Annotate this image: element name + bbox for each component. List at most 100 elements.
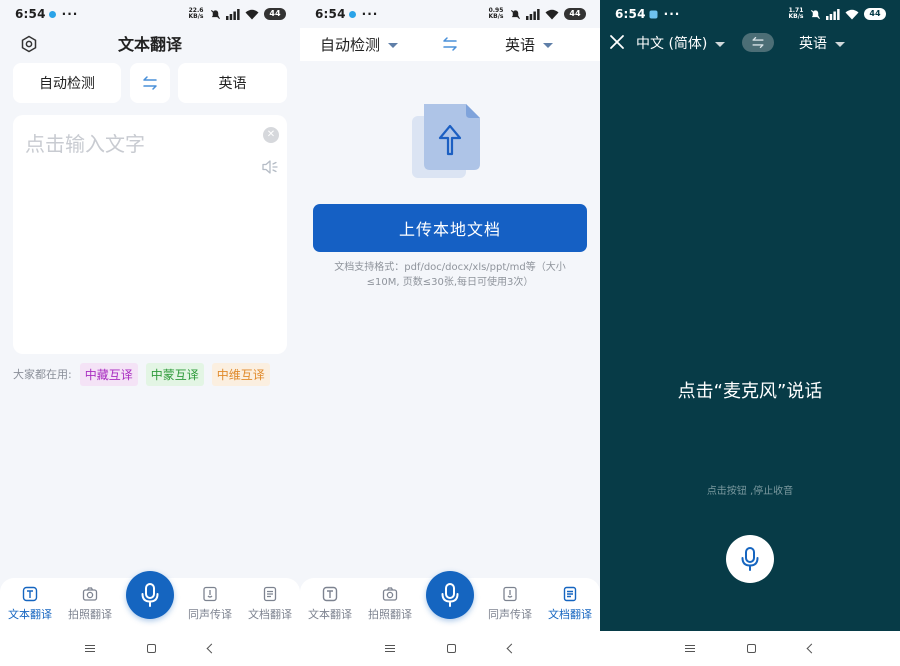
target-language-label: 英语 (799, 36, 827, 52)
popular-translations: 大家都在用: 中藏互译 中蒙互译 中维互译 (13, 362, 270, 386)
swap-languages-button[interactable] (742, 33, 774, 52)
target-language-dropdown[interactable]: 英语 (799, 33, 845, 53)
mute-bell-icon (810, 9, 821, 19)
voice-input-button[interactable] (426, 571, 474, 619)
recents-icon[interactable] (85, 645, 95, 652)
source-language-dropdown[interactable]: 中文 (简体) (636, 33, 726, 53)
chip-uyghur[interactable]: 中维互译 (211, 362, 270, 386)
nav-text-translate[interactable]: 文本翻译 (0, 586, 60, 622)
wifi-icon (845, 9, 859, 19)
upload-document-button[interactable]: 上传本地文档 (313, 204, 587, 252)
battery-icon: 44 (864, 8, 886, 20)
language-selector: 自动检测 英语 (300, 28, 600, 61)
nav-photo-translate[interactable]: 拍照翻译 (360, 586, 420, 622)
signal-icon (226, 8, 240, 20)
chevron-down-icon (388, 43, 399, 48)
wifi-icon (545, 9, 559, 19)
swap-icon[interactable] (441, 36, 459, 52)
system-nav-bar (300, 631, 600, 666)
popular-label: 大家都在用: (13, 368, 72, 381)
nav-photo-translate[interactable]: 拍照翻译 (60, 586, 120, 622)
source-language-dropdown[interactable]: 自动检测 (320, 34, 399, 55)
nav-label: 拍照翻译 (368, 608, 412, 621)
more-notifications: ··· (61, 7, 79, 21)
microphone-icon (741, 547, 759, 571)
document-upload-icon (412, 104, 480, 178)
interpretation-icon (503, 586, 517, 602)
more-notifications: ··· (361, 7, 379, 21)
voice-input-button[interactable] (126, 571, 174, 619)
microphone-icon (141, 583, 159, 607)
nav-label: 文本翻译 (308, 608, 352, 621)
voice-prompt: 点击“麦克风”说话 (677, 381, 823, 402)
mute-bell-icon (210, 9, 221, 19)
more-notifications: ··· (663, 7, 681, 21)
source-language-button[interactable]: 自动检测 (13, 63, 121, 103)
chip-tibetan[interactable]: 中藏互译 (79, 362, 138, 386)
home-icon[interactable] (747, 644, 756, 653)
signal-icon (826, 8, 840, 20)
document-icon (563, 586, 577, 602)
wifi-icon (245, 9, 259, 19)
interpretation-icon (203, 586, 217, 602)
status-right: 22.6 KB/s 44 (187, 8, 286, 20)
battery-icon: 44 (564, 8, 586, 20)
back-icon[interactable] (206, 643, 217, 654)
back-icon[interactable] (506, 643, 517, 654)
battery-icon: 44 (264, 8, 286, 20)
status-right: 0.95 KB/s 44 (487, 8, 586, 20)
nav-document-translate[interactable]: 文档翻译 (240, 586, 300, 622)
notification-dot-icon (48, 10, 56, 18)
close-icon[interactable] (609, 34, 625, 50)
clear-icon[interactable]: ✕ (263, 127, 279, 143)
speaker-icon[interactable] (261, 159, 279, 175)
signal-icon (526, 8, 540, 20)
text-translate-icon (322, 586, 338, 602)
network-speed: 22.6 KB/s (188, 7, 204, 20)
settings-icon[interactable] (20, 35, 38, 53)
page-header: 文本翻译 (0, 28, 300, 58)
camera-icon (382, 587, 398, 601)
microphone-icon (441, 583, 459, 607)
nav-simultaneous[interactable]: 同声传译 (480, 586, 540, 622)
status-bar: 6:54 ··· 0.95 KB/s 44 (300, 0, 600, 28)
mute-bell-icon (510, 9, 521, 19)
system-nav-bar (600, 631, 900, 666)
nav-text-translate[interactable]: 文本翻译 (300, 586, 360, 622)
camera-icon (82, 587, 98, 601)
home-icon[interactable] (147, 644, 156, 653)
microphone-button[interactable] (726, 535, 774, 583)
app-notification-icon (649, 10, 658, 18)
nav-document-translate[interactable]: 文档翻译 (540, 586, 600, 622)
chevron-down-icon (715, 41, 726, 47)
recents-icon[interactable] (385, 645, 395, 652)
source-language-label: 中文 (简体) (636, 36, 708, 52)
screens: 6:54 ··· 22.6 KB/s 44 文本翻译 自动检测 英语 点击输入文… (0, 0, 900, 666)
voice-translate-screen: 6:54 ··· 1.71 KB/s 44 中文 (简体) 英语 点击“麦克风”… (600, 0, 900, 666)
input-placeholder: 点击输入文字 (25, 132, 145, 156)
nav-label: 同声传译 (488, 608, 532, 621)
source-language-label: 自动检测 (320, 36, 381, 54)
system-nav-bar (0, 631, 300, 666)
text-input-area[interactable]: 点击输入文字 ✕ (13, 115, 287, 354)
language-selector: 中文 (简体) 英语 (600, 28, 900, 58)
nav-simultaneous[interactable]: 同声传译 (180, 586, 240, 622)
swap-languages-button[interactable] (130, 63, 170, 103)
recents-icon[interactable] (685, 645, 695, 652)
home-icon[interactable] (447, 644, 456, 653)
target-language-button[interactable]: 英语 (178, 63, 287, 103)
status-time: 6:54 (15, 7, 46, 21)
chip-mongolian[interactable]: 中蒙互译 (145, 362, 204, 386)
swap-icon (752, 36, 764, 49)
target-language-dropdown[interactable]: 英语 (505, 34, 554, 55)
network-speed: 0.95 KB/s (488, 7, 504, 20)
status-time: 6:54 (615, 7, 646, 21)
swap-icon (143, 76, 157, 90)
notification-dot-icon (348, 10, 356, 18)
back-icon[interactable] (806, 643, 817, 654)
chevron-down-icon (543, 43, 554, 48)
page-title: 文本翻译 (117, 35, 182, 54)
voice-hint: 点击按钮 ,停止收音 (706, 486, 794, 497)
nav-label: 拍照翻译 (68, 608, 112, 621)
nav-label: 同声传译 (188, 608, 232, 621)
